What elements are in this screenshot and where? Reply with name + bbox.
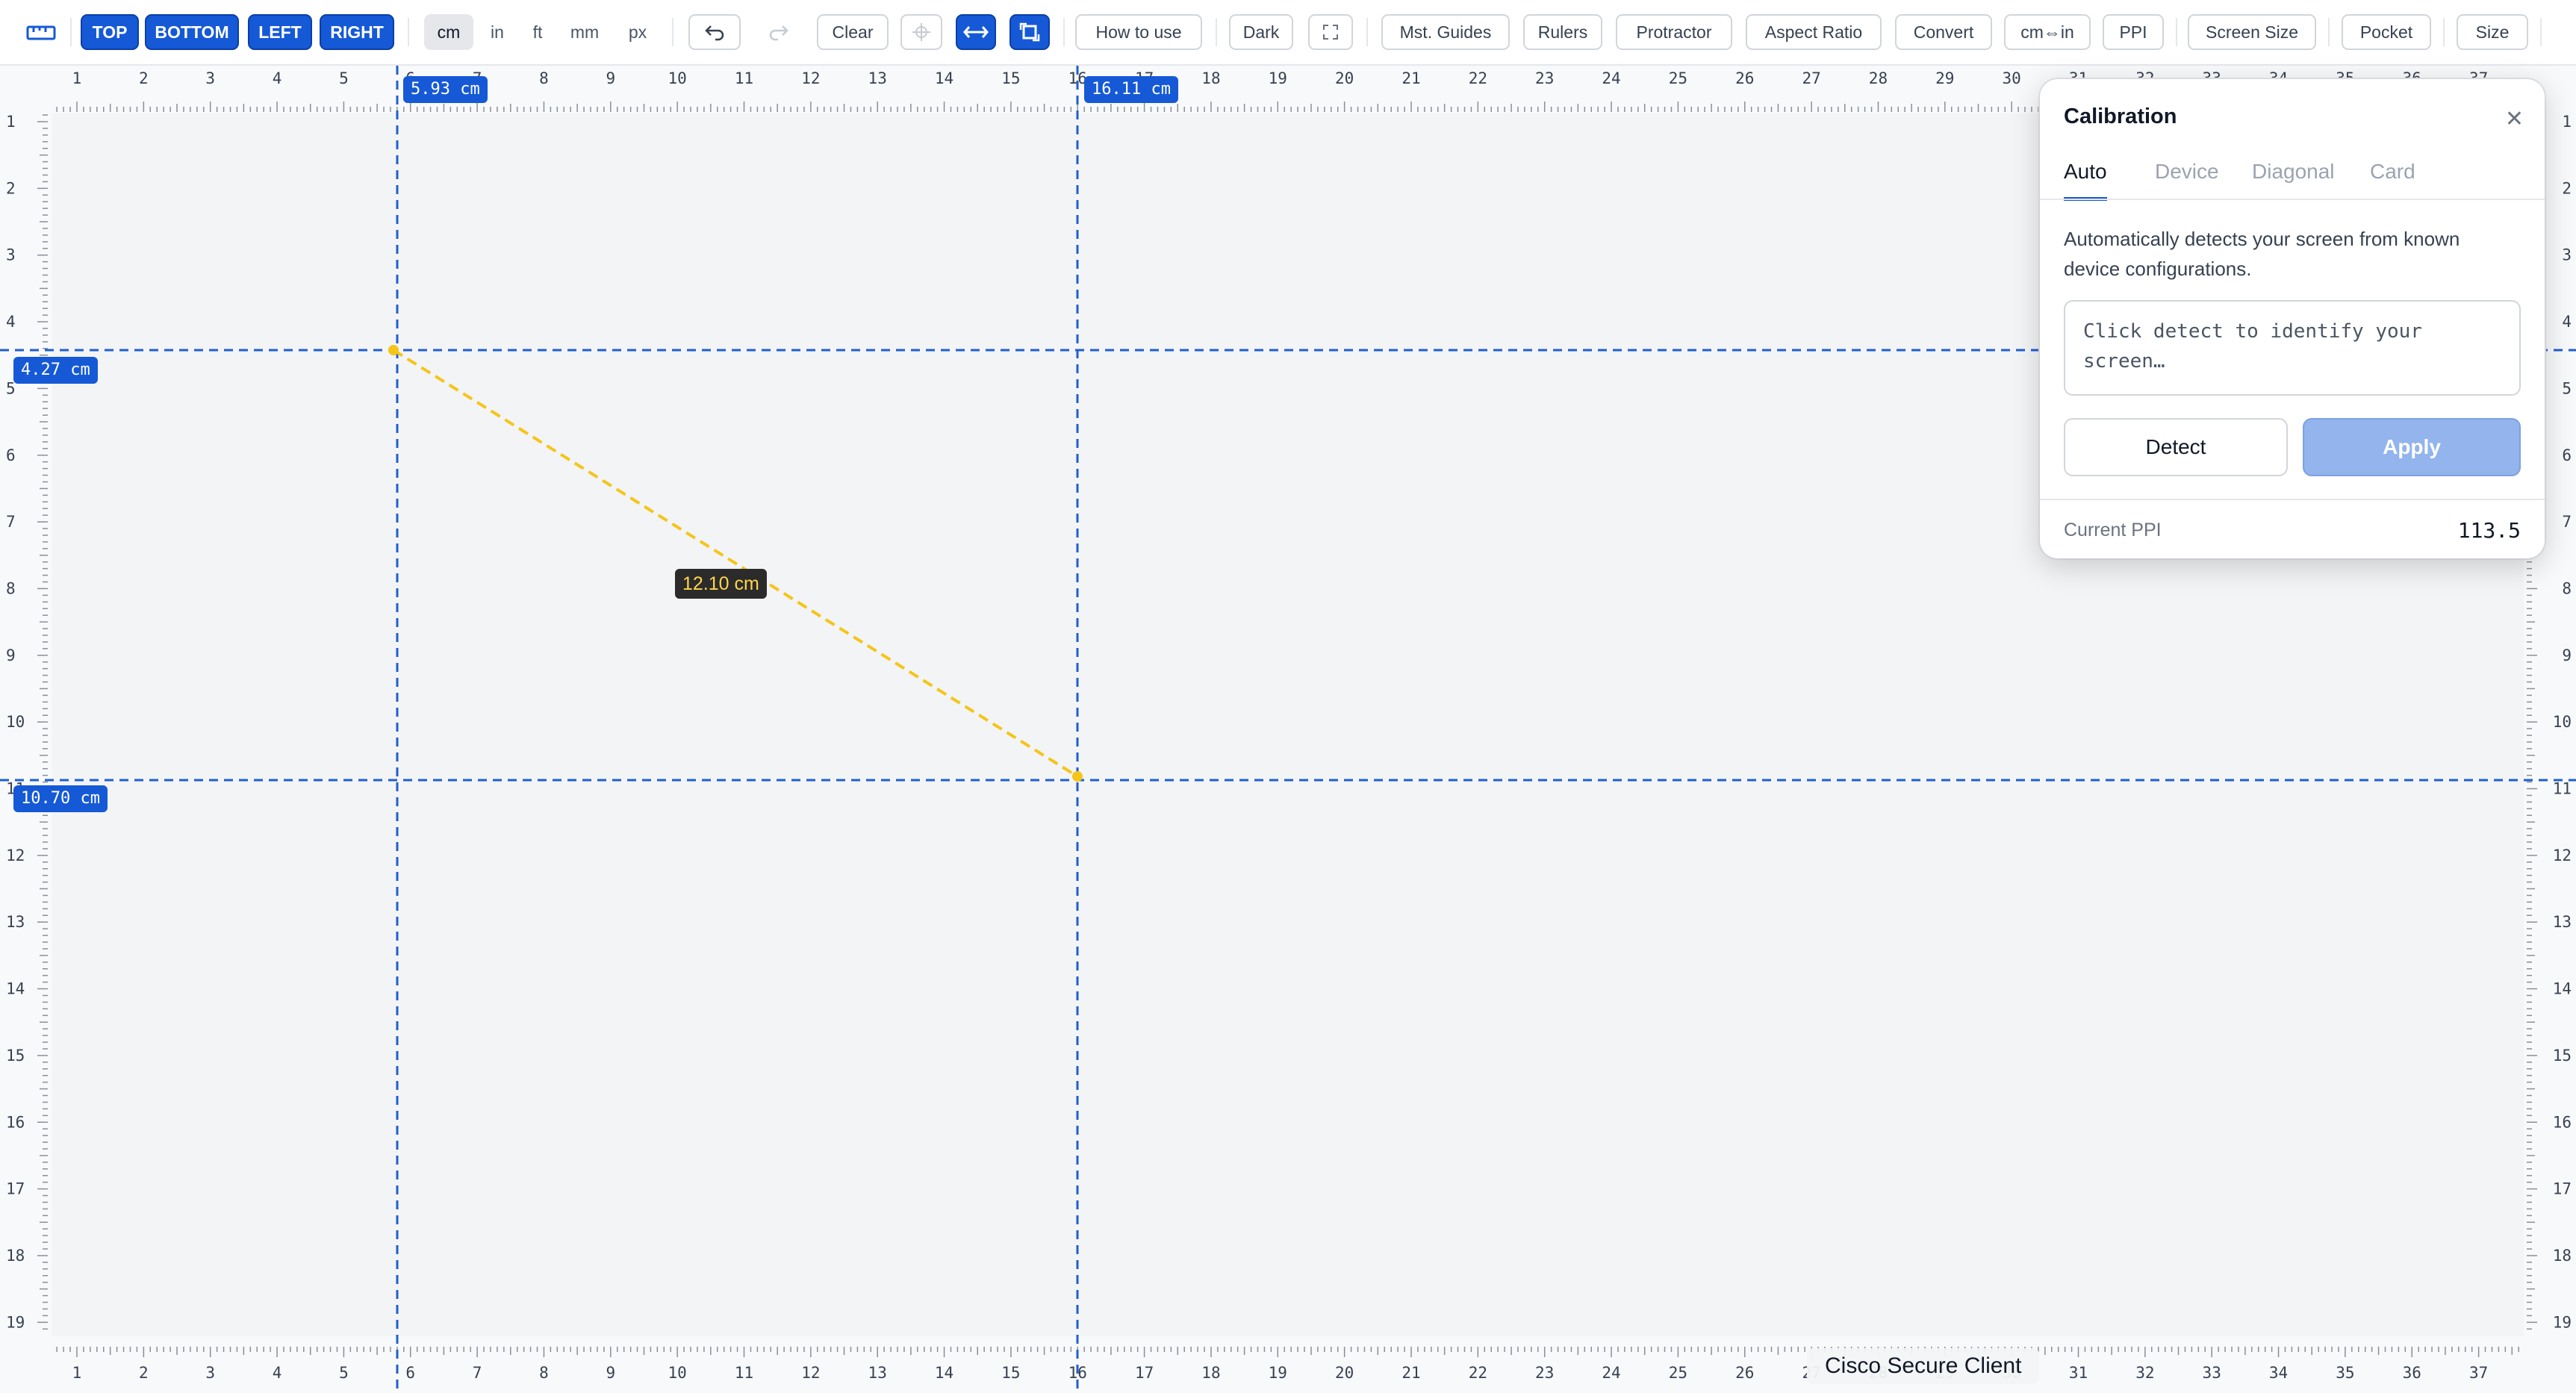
current-ppi-label: Current PPI: [2064, 520, 2162, 540]
tab-device[interactable]: Device: [2155, 160, 2219, 197]
detect-result-field: Click detect to identify your screen…: [2064, 300, 2521, 396]
measurement-line[interactable]: [392, 349, 1079, 778]
system-tooltip: Cisco Secure Client: [1807, 1348, 2040, 1384]
measurement-start-handle[interactable]: [388, 345, 399, 355]
calibration-tabs: Auto Device Diagonal Card: [2064, 160, 2521, 205]
detect-button[interactable]: Detect: [2064, 418, 2288, 476]
calibration-title: Calibration: [2064, 105, 2177, 128]
calibration-description: Automatically detects your screen from k…: [2064, 228, 2460, 280]
tab-card[interactable]: Card: [2370, 160, 2415, 197]
guide-vertical-2-label: 16.11 cm: [1084, 76, 1178, 103]
measurement-end-handle[interactable]: [1072, 771, 1083, 782]
tab-auto[interactable]: Auto: [2064, 160, 2107, 201]
apply-button[interactable]: Apply: [2303, 418, 2521, 476]
guide-horizontal-2-label: 10.70 cm: [13, 785, 108, 812]
close-icon[interactable]: ✕: [2505, 106, 2524, 132]
panel-divider: [2040, 499, 2545, 500]
tab-diagonal[interactable]: Diagonal: [2252, 160, 2335, 197]
tab-divider: [2040, 199, 2545, 200]
measurement-label: 12.10 cm: [675, 569, 767, 599]
guide-horizontal-1-label: 4.27 cm: [13, 357, 98, 384]
guide-vertical-1-label: 5.93 cm: [403, 76, 488, 103]
current-ppi-value: 113.5: [2457, 518, 2521, 543]
calibration-panel: Calibration ✕ Auto Device Diagonal Card …: [2040, 79, 2545, 558]
